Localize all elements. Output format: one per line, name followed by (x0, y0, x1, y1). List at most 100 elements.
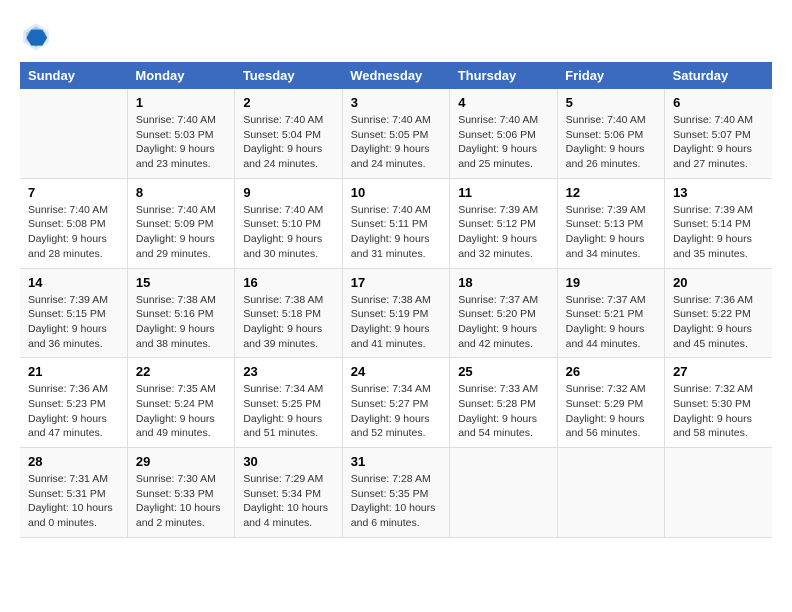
calendar-cell: 20 Sunrise: 7:36 AMSunset: 5:22 PMDayligh… (665, 268, 772, 358)
day-info: Sunrise: 7:40 AMSunset: 5:04 PMDaylight:… (243, 113, 333, 172)
day-number: 5 (566, 95, 656, 110)
calendar-cell: 27 Sunrise: 7:32 AMSunset: 5:30 PMDayligh… (665, 358, 772, 448)
day-number: 17 (351, 275, 441, 290)
day-info: Sunrise: 7:39 AMSunset: 5:14 PMDaylight:… (673, 203, 764, 262)
day-number: 2 (243, 95, 333, 110)
day-header-monday: Monday (127, 62, 234, 89)
week-row-5: 28 Sunrise: 7:31 AMSunset: 5:31 PMDayligh… (20, 448, 772, 538)
calendar-cell: 14 Sunrise: 7:39 AMSunset: 5:15 PMDayligh… (20, 268, 127, 358)
calendar-cell (450, 448, 557, 538)
day-number: 20 (673, 275, 764, 290)
day-info: Sunrise: 7:31 AMSunset: 5:31 PMDaylight:… (28, 472, 119, 531)
day-number: 22 (136, 364, 226, 379)
calendar-cell: 26Sunrise: 7:32 AMSunset: 5:29 PMDayligh… (557, 358, 664, 448)
calendar-cell: 19 Sunrise: 7:37 AMSunset: 5:21 PMDayligh… (557, 268, 664, 358)
day-number: 28 (28, 454, 119, 469)
calendar-cell: 12Sunrise: 7:39 AMSunset: 5:13 PMDayligh… (557, 178, 664, 268)
day-number: 26 (566, 364, 656, 379)
day-number: 24 (351, 364, 441, 379)
day-info: Sunrise: 7:37 AMSunset: 5:20 PMDaylight:… (458, 293, 548, 352)
day-info: Sunrise: 7:33 AMSunset: 5:28 PMDaylight:… (458, 382, 548, 441)
day-number: 31 (351, 454, 441, 469)
day-info: Sunrise: 7:40 AMSunset: 5:11 PMDaylight:… (351, 203, 441, 262)
calendar-cell: 5Sunrise: 7:40 AMSunset: 5:06 PMDaylight… (557, 89, 664, 178)
day-info: Sunrise: 7:34 AMSunset: 5:27 PMDaylight:… (351, 382, 441, 441)
calendar-cell: 16Sunrise: 7:38 AMSunset: 5:18 PMDayligh… (235, 268, 342, 358)
calendar-cell: 23 Sunrise: 7:34 AMSunset: 5:25 PMDayligh… (235, 358, 342, 448)
calendar-cell: 11 Sunrise: 7:39 AMSunset: 5:12 PMDayligh… (450, 178, 557, 268)
week-row-4: 21 Sunrise: 7:36 AMSunset: 5:23 PMDayligh… (20, 358, 772, 448)
day-number: 12 (566, 185, 656, 200)
day-number: 15 (136, 275, 226, 290)
day-number: 13 (673, 185, 764, 200)
day-number: 11 (458, 185, 548, 200)
calendar-cell: 22Sunrise: 7:35 AMSunset: 5:24 PMDayligh… (127, 358, 234, 448)
calendar-cell: 10 Sunrise: 7:40 AMSunset: 5:11 PMDayligh… (342, 178, 449, 268)
day-header-friday: Friday (557, 62, 664, 89)
calendar-cell: 18 Sunrise: 7:37 AMSunset: 5:20 PMDayligh… (450, 268, 557, 358)
day-number: 29 (136, 454, 226, 469)
day-info: Sunrise: 7:39 AMSunset: 5:15 PMDaylight:… (28, 293, 119, 352)
day-number: 30 (243, 454, 333, 469)
calendar-cell (557, 448, 664, 538)
calendar-cell: 6 Sunrise: 7:40 AMSunset: 5:07 PMDaylight… (665, 89, 772, 178)
calendar-cell: 4Sunrise: 7:40 AMSunset: 5:06 PMDaylight… (450, 89, 557, 178)
day-number: 23 (243, 364, 333, 379)
day-number: 19 (566, 275, 656, 290)
day-header-saturday: Saturday (665, 62, 772, 89)
calendar-cell: 17Sunrise: 7:38 AMSunset: 5:19 PMDayligh… (342, 268, 449, 358)
calendar-cell: 15 Sunrise: 7:38 AMSunset: 5:16 PMDayligh… (127, 268, 234, 358)
day-info: Sunrise: 7:36 AMSunset: 5:23 PMDaylight:… (28, 382, 119, 441)
day-number: 27 (673, 364, 764, 379)
calendar-cell: 29 Sunrise: 7:30 AMSunset: 5:33 PMDayligh… (127, 448, 234, 538)
calendar-cell: 8 Sunrise: 7:40 AMSunset: 5:09 PMDaylight… (127, 178, 234, 268)
day-number: 18 (458, 275, 548, 290)
day-number: 14 (28, 275, 119, 290)
day-info: Sunrise: 7:29 AMSunset: 5:34 PMDaylight:… (243, 472, 333, 531)
calendar-cell (20, 89, 127, 178)
calendar-cell: 24 Sunrise: 7:34 AMSunset: 5:27 PMDayligh… (342, 358, 449, 448)
day-number: 4 (458, 95, 548, 110)
day-number: 16 (243, 275, 333, 290)
calendar-cell: 3 Sunrise: 7:40 AMSunset: 5:05 PMDaylight… (342, 89, 449, 178)
calendar-cell: 25 Sunrise: 7:33 AMSunset: 5:28 PMDayligh… (450, 358, 557, 448)
page-header (20, 20, 772, 52)
day-number: 7 (28, 185, 119, 200)
day-header-wednesday: Wednesday (342, 62, 449, 89)
day-info: Sunrise: 7:40 AMSunset: 5:03 PMDaylight:… (136, 113, 226, 172)
calendar-cell: 31 Sunrise: 7:28 AMSunset: 5:35 PMDayligh… (342, 448, 449, 538)
calendar-cell: 30 Sunrise: 7:29 AMSunset: 5:34 PMDayligh… (235, 448, 342, 538)
calendar-cell (665, 448, 772, 538)
day-header-sunday: Sunday (20, 62, 127, 89)
day-number: 3 (351, 95, 441, 110)
day-info: Sunrise: 7:40 AMSunset: 5:10 PMDaylight:… (243, 203, 333, 262)
day-number: 6 (673, 95, 764, 110)
calendar-cell: 2 Sunrise: 7:40 AMSunset: 5:04 PMDaylight… (235, 89, 342, 178)
day-info: Sunrise: 7:40 AMSunset: 5:08 PMDaylight:… (28, 203, 119, 262)
day-info: Sunrise: 7:38 AMSunset: 5:16 PMDaylight:… (136, 293, 226, 352)
calendar-cell: 1 Sunrise: 7:40 AMSunset: 5:03 PMDaylight… (127, 89, 234, 178)
logo (20, 20, 58, 52)
day-number: 25 (458, 364, 548, 379)
day-info: Sunrise: 7:30 AMSunset: 5:33 PMDaylight:… (136, 472, 226, 531)
day-info: Sunrise: 7:40 AMSunset: 5:05 PMDaylight:… (351, 113, 441, 172)
day-number: 10 (351, 185, 441, 200)
calendar-cell: 21 Sunrise: 7:36 AMSunset: 5:23 PMDayligh… (20, 358, 127, 448)
day-info: Sunrise: 7:40 AMSunset: 5:07 PMDaylight:… (673, 113, 764, 172)
day-info: Sunrise: 7:34 AMSunset: 5:25 PMDaylight:… (243, 382, 333, 441)
day-info: Sunrise: 7:39 AMSunset: 5:12 PMDaylight:… (458, 203, 548, 262)
day-number: 21 (28, 364, 119, 379)
day-info: Sunrise: 7:37 AMSunset: 5:21 PMDaylight:… (566, 293, 656, 352)
week-row-3: 14 Sunrise: 7:39 AMSunset: 5:15 PMDayligh… (20, 268, 772, 358)
day-info: Sunrise: 7:36 AMSunset: 5:22 PMDaylight:… (673, 293, 764, 352)
calendar-cell: 9 Sunrise: 7:40 AMSunset: 5:10 PMDaylight… (235, 178, 342, 268)
day-info: Sunrise: 7:32 AMSunset: 5:30 PMDaylight:… (673, 382, 764, 441)
day-header-tuesday: Tuesday (235, 62, 342, 89)
calendar-cell: 7 Sunrise: 7:40 AMSunset: 5:08 PMDaylight… (20, 178, 127, 268)
calendar-cell: 28 Sunrise: 7:31 AMSunset: 5:31 PMDayligh… (20, 448, 127, 538)
day-number: 1 (136, 95, 226, 110)
day-number: 8 (136, 185, 226, 200)
day-info: Sunrise: 7:28 AMSunset: 5:35 PMDaylight:… (351, 472, 441, 531)
day-info: Sunrise: 7:40 AMSunset: 5:09 PMDaylight:… (136, 203, 226, 262)
day-number: 9 (243, 185, 333, 200)
